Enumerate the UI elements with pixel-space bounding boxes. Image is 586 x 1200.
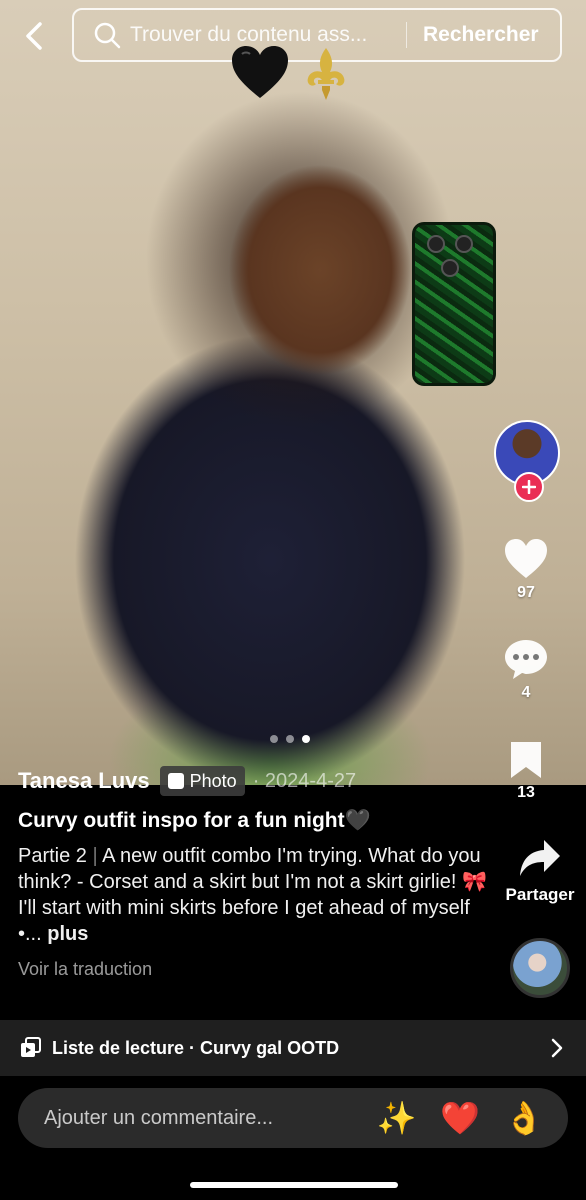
playlist-label: Liste de lecture · Curvy gal OOTD (52, 1037, 340, 1058)
part-label: Partie 2 (18, 845, 87, 867)
playlist-bar[interactable]: Liste de lecture · Curvy gal OOTD (0, 1020, 586, 1076)
photo-badge: Photo (159, 766, 245, 796)
like-count: 97 (517, 584, 535, 601)
search-icon (92, 20, 122, 50)
fleur-de-lis-icon (307, 48, 345, 100)
save-button[interactable]: 13 (476, 740, 576, 802)
playlist-icon (20, 1037, 42, 1059)
more-link[interactable]: plus (47, 923, 88, 945)
photo-badge-label: Photo (189, 770, 237, 791)
author-name[interactable]: Tanesa Luvs (18, 768, 150, 794)
share-label: Partager (505, 885, 575, 904)
author-row: Tanesa Luvs Photo · 2024-4-27 (18, 765, 488, 797)
follow-button[interactable] (514, 472, 544, 502)
share-arrow-icon (520, 840, 560, 876)
post-description[interactable]: Partie 2 | A new outfit combo I'm trying… (18, 843, 488, 947)
chevron-left-icon (26, 22, 42, 50)
search-button[interactable]: Rechercher (423, 23, 539, 47)
plus-icon (522, 480, 536, 494)
author-avatar-wrap (494, 420, 560, 502)
comment-count: 4 (521, 684, 531, 701)
save-count: 13 (517, 784, 535, 801)
chevron-right-icon (542, 1037, 572, 1059)
comment-bar: Ajouter un commentaire... ✨ ❤️ 👌 (18, 1088, 568, 1148)
phone-in-photo (412, 222, 496, 386)
search-divider (406, 22, 407, 48)
home-indicator[interactable] (190, 1182, 398, 1188)
bookmark-icon (511, 742, 541, 778)
carousel-dot-active (302, 735, 310, 743)
part-separator: | (92, 845, 98, 867)
heart-icon (505, 539, 547, 578)
translate-link[interactable]: Voir la traduction (18, 959, 488, 980)
carousel-dot (286, 735, 294, 743)
carousel-indicator (270, 735, 310, 743)
share-button[interactable]: Partager (500, 838, 580, 905)
music-disc[interactable] (510, 938, 570, 998)
post-date: · 2024-4-27 (252, 769, 357, 792)
carousel-dot (270, 735, 278, 743)
sparkles-emoji-button[interactable]: ✨ (376, 1102, 416, 1134)
comment-input[interactable]: Ajouter un commentaire... (44, 1107, 376, 1130)
black-heart-icon (232, 46, 288, 98)
overlay-emojis (230, 44, 356, 104)
heart-emoji-button[interactable]: ❤️ (440, 1102, 480, 1134)
like-button[interactable]: 97 (476, 538, 576, 602)
post-title: Curvy outfit inspo for a fun night🖤 (18, 809, 371, 832)
photo-icon (167, 773, 184, 789)
comment-icon (505, 640, 547, 679)
ok-hand-emoji-button[interactable]: 👌 (504, 1102, 544, 1134)
back-button[interactable] (18, 20, 50, 52)
comment-button[interactable]: 4 (476, 638, 576, 702)
post-caption: Tanesa Luvs Photo · 2024-4-27 Curvy outf… (18, 765, 488, 980)
